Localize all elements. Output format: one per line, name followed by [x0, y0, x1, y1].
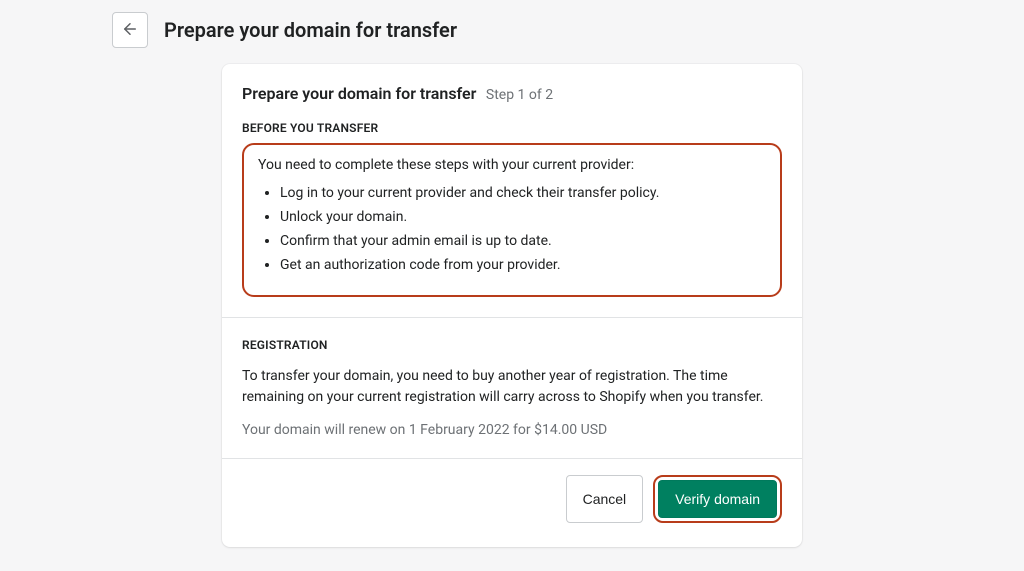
before-transfer-intro: You need to complete these steps with yo… [258, 157, 766, 173]
back-button[interactable] [112, 12, 148, 48]
before-transfer-steps: Log in to your current provider and chec… [258, 185, 766, 273]
list-item: Get an authorization code from your prov… [280, 257, 766, 273]
card-footer: Cancel Verify domain [222, 458, 802, 547]
renewal-info: Your domain will renew on 1 February 202… [242, 422, 782, 438]
verify-domain-button[interactable]: Verify domain [658, 480, 777, 518]
list-item: Log in to your current provider and chec… [280, 185, 766, 201]
card-title: Prepare your domain for transfer [242, 84, 476, 103]
arrow-left-icon [121, 20, 139, 41]
verify-highlight: Verify domain [653, 475, 782, 523]
page-header: Prepare your domain for transfer [112, 12, 1024, 48]
before-transfer-heading: BEFORE YOU TRANSFER [242, 121, 782, 135]
step-indicator: Step 1 of 2 [486, 87, 553, 103]
before-transfer-highlight: You need to complete these steps with yo… [242, 143, 782, 297]
registration-heading: REGISTRATION [242, 338, 782, 352]
transfer-card: Prepare your domain for transfer Step 1 … [222, 64, 802, 547]
registration-body: To transfer your domain, you need to buy… [242, 366, 782, 408]
page-title: Prepare your domain for transfer [164, 18, 457, 42]
list-item: Unlock your domain. [280, 209, 766, 225]
list-item: Confirm that your admin email is up to d… [280, 233, 766, 249]
cancel-button[interactable]: Cancel [566, 475, 644, 523]
